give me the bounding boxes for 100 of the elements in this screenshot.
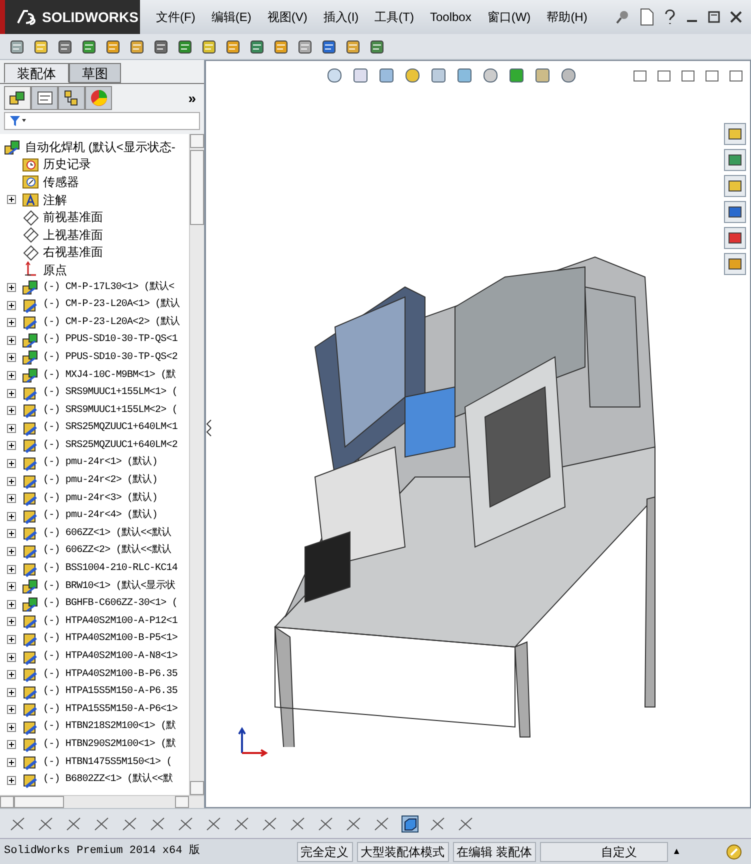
tree-item[interactable]: (-) CM-P-23-L20A<2> (默认 — [43, 314, 180, 331]
tree-item[interactable]: (-) BSS1004-210-RLC-KC14 — [43, 561, 178, 578]
tree-item[interactable]: 原点 — [43, 262, 67, 278]
menu-item[interactable]: 窗口(W) — [479, 8, 539, 26]
expand-icon[interactable] — [6, 494, 16, 504]
tree-item[interactable]: (-) 606ZZ<2> (默认<<默认 — [43, 543, 172, 560]
tree-item[interactable]: (-) BGHFB-C606ZZ-30<1> ( — [43, 596, 178, 612]
expand-icon[interactable] — [6, 776, 16, 785]
panel-tab[interactable] — [31, 86, 58, 110]
tree-item[interactable]: (-) CM-P-17L30<1> (默认< — [43, 280, 174, 296]
expand-icon[interactable] — [6, 318, 16, 328]
expand-icon[interactable] — [6, 336, 16, 345]
part-icon — [22, 754, 39, 772]
expand-icon[interactable] — [6, 758, 16, 768]
expand-icon[interactable] — [6, 300, 16, 310]
expand-icon[interactable] — [6, 476, 16, 486]
part-icon — [22, 508, 39, 525]
annotation-folder-icon — [22, 191, 39, 208]
part-icon — [22, 684, 39, 701]
tree-item[interactable]: (-) HTBN218S2M100<1> (默 — [43, 719, 176, 736]
expand-icon[interactable] — [6, 546, 16, 556]
expand-icon[interactable] — [6, 634, 16, 644]
part-icon — [22, 384, 39, 402]
tree-item[interactable]: (-) SRS25MQZUUC1+640LM<1 — [43, 420, 178, 436]
expand-icon[interactable] — [6, 353, 16, 362]
expand-icon[interactable] — [6, 406, 16, 416]
expand-icon[interactable] — [6, 582, 16, 592]
expand-icon[interactable] — [6, 388, 16, 398]
horizontal-scrollbar[interactable] — [0, 795, 204, 808]
tree-item[interactable]: (-) SRS25MQZUUC1+640LM<2 — [43, 438, 178, 454]
status-field: 在编辑 装配体 — [452, 842, 536, 862]
tree-item[interactable]: (-) SRS9MUUC1+155LM<1> ( — [43, 385, 178, 402]
tree-item[interactable]: (-) HTPA40S2M100-B-P5<1> — [43, 631, 178, 648]
part-icon — [22, 701, 39, 718]
panel-tab[interactable]: 装配体 — [4, 63, 69, 83]
units-field[interactable]: 自定义 — [540, 842, 668, 862]
tree-item[interactable]: (-) SRS9MUUC1+155LM<2> ( — [43, 402, 178, 419]
cube-tool-icon[interactable] — [400, 814, 420, 834]
tree-item[interactable]: (-) HTPA40S2M100-B-P6.35 — [43, 666, 178, 683]
tree-item[interactable]: (-) BRW10<1> (默认<显示状 — [43, 578, 176, 595]
expand-panel-arrows[interactable]: » — [188, 88, 196, 108]
plane-icon — [22, 244, 39, 261]
tree-item[interactable]: (-) pmu-24r<2> (默认) — [43, 473, 158, 490]
tree-item[interactable]: (-) HTPA15S5M150-A-P6.35 — [43, 684, 178, 700]
tree-item[interactable]: (-) PPUS-SD10-30-TP-QS<2 — [43, 350, 178, 366]
tree-item[interactable]: (-) HTBN290S2M100<1> (默 — [43, 736, 176, 753]
expand-icon[interactable] — [6, 424, 16, 433]
tree-item[interactable]: 前视基准面 — [43, 209, 103, 226]
tree-item[interactable]: (-) B6802ZZ<1> (默认<<默 — [43, 772, 173, 788]
units-caret[interactable]: ▲ — [672, 844, 681, 858]
expand-icon[interactable] — [6, 441, 16, 450]
tree-item[interactable]: (-) HTPA15S5M150-A-P6<1> — [43, 702, 178, 718]
menu-item[interactable]: 文件(F) — [148, 8, 204, 26]
expand-icon[interactable] — [6, 564, 16, 574]
expand-icon[interactable] — [6, 740, 16, 750]
expand-icon[interactable] — [6, 600, 16, 609]
expand-icon[interactable] — [6, 458, 16, 468]
expand-icon[interactable] — [6, 688, 16, 697]
help-icon[interactable] — [663, 8, 677, 26]
menu-item[interactable]: 编辑(E) — [203, 8, 260, 26]
tree-item[interactable]: (-) HTPA40S2M100-A-P12<1 — [43, 614, 178, 630]
new-document-icon[interactable] — [639, 8, 655, 26]
vertical-scrollbar[interactable] — [189, 134, 204, 795]
menu-item[interactable]: 工具(T) — [366, 8, 422, 26]
menu-item[interactable]: Toolbox — [422, 8, 480, 26]
pin-icon[interactable] — [615, 9, 631, 25]
tree-item[interactable]: 右视基准面 — [43, 244, 103, 260]
expand-icon[interactable] — [6, 670, 16, 680]
panel-tab[interactable] — [58, 86, 85, 110]
expand-icon[interactable] — [6, 195, 16, 204]
expand-icon[interactable] — [6, 652, 16, 662]
menu-item[interactable]: 视图(V) — [259, 8, 316, 26]
tree-item[interactable]: (-) PPUS-SD10-30-TP-QS<1 — [43, 332, 178, 348]
tree-item[interactable]: 上视基准面 — [43, 226, 103, 243]
expand-icon[interactable] — [6, 705, 16, 714]
expand-icon[interactable] — [6, 722, 16, 732]
tree-item[interactable]: 历史记录 — [43, 156, 91, 172]
menu-item[interactable]: 插入(I) — [315, 8, 367, 26]
tree-item[interactable]: (-) MXJ4-10C-M9BM<1> (默 — [43, 368, 176, 384]
panel-tab[interactable]: 草图 — [69, 63, 121, 83]
expand-icon[interactable] — [6, 617, 16, 626]
rebuild-status-icon[interactable] — [725, 842, 743, 860]
tree-item[interactable]: (-) HTPA40S2M100-A-N8<1> — [43, 649, 178, 666]
tree-item[interactable]: (-) pmu-24r<4> (默认) — [43, 508, 158, 524]
filter-field[interactable] — [4, 112, 200, 130]
plane-icon — [22, 226, 39, 244]
tree-item[interactable]: (-) CM-P-23-L20A<1> (默认 — [43, 297, 180, 314]
expand-icon[interactable] — [6, 529, 16, 538]
tree-item[interactable]: (-) pmu-24r<3> (默认) — [43, 490, 158, 507]
expand-icon[interactable] — [6, 283, 16, 292]
tree-root-item[interactable]: 自动化焊机 (默认<显示状态- — [25, 138, 176, 155]
tree-item[interactable]: (-) HTBN1475S5M150<1> ( — [43, 754, 172, 771]
panel-tab[interactable] — [4, 86, 31, 110]
menu-item[interactable]: 帮助(H) — [538, 8, 596, 26]
expand-icon[interactable] — [6, 371, 16, 380]
tree-item[interactable]: (-) pmu-24r<1> (默认) — [43, 455, 158, 472]
tree-item[interactable]: 传感器 — [43, 174, 79, 190]
tree-item[interactable]: 注解 — [43, 192, 67, 208]
tree-item[interactable]: (-) 606ZZ<1> (默认<<默认 — [43, 526, 172, 542]
expand-icon[interactable] — [6, 512, 16, 521]
